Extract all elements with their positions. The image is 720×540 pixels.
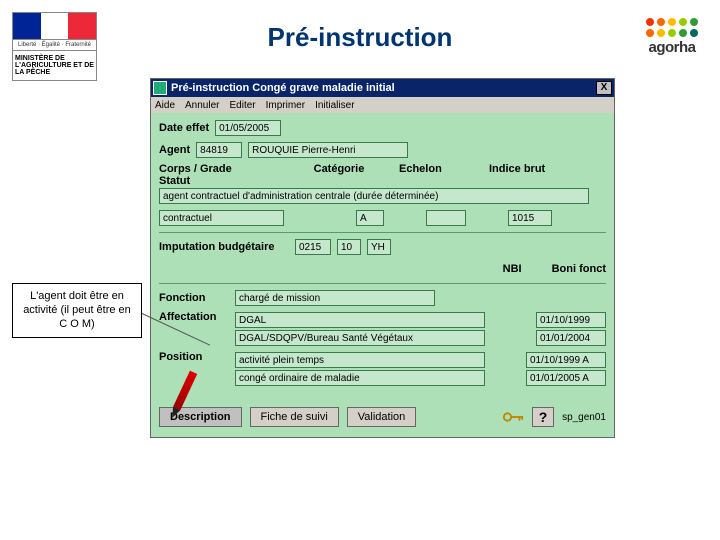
label-boni-fonct: Boni fonct [552,263,606,275]
field-pos1-date[interactable]: 01/10/1999 A [526,352,606,368]
label-nbi: NBI [503,263,522,275]
field-pos2[interactable]: congé ordinaire de maladie [235,370,485,386]
menu-initialiser[interactable]: Initialiser [315,100,354,111]
label-fonction: Fonction [159,292,229,304]
status-id: sp_gen01 [562,412,606,423]
page-title: Pré-instruction [0,22,720,53]
field-imp1[interactable]: 0215 [295,239,331,255]
menubar: Aide Annuler Editer Imprimer Initialiser [151,97,614,113]
tab-validation[interactable]: Validation [347,407,417,427]
label-date-effet: Date effet [159,122,209,134]
label-affectation: Affectation [159,311,229,323]
app-window: Pré-instruction Congé grave maladie init… [150,78,615,438]
window-icon [153,81,167,95]
menu-aide[interactable]: Aide [155,100,175,111]
field-date-effet[interactable]: 01/05/2005 [215,120,281,136]
help-button[interactable]: ? [532,407,554,427]
menu-annuler[interactable]: Annuler [185,100,219,111]
field-categorie[interactable]: A [356,210,384,226]
label-corps-grade: Corps / Grade [159,163,232,175]
field-agent-id[interactable]: 84819 [196,142,242,158]
key-icon [502,409,524,425]
field-affect2[interactable]: DGAL/SDQPV/Bureau Santé Végétaux [235,330,485,346]
label-categorie: Catégorie [314,163,365,175]
field-indice-brut[interactable]: 1015 [508,210,552,226]
tab-fiche-suivi[interactable]: Fiche de suivi [250,407,339,427]
field-echelon[interactable] [426,210,466,226]
label-imputation: Imputation budgétaire [159,241,289,253]
field-corps-grade[interactable]: agent contractuel d'administration centr… [159,188,589,204]
label-indice-brut: Indice brut [489,163,545,175]
field-agent-name[interactable]: ROUQUIE Pierre-Henri [248,142,408,158]
field-statut[interactable]: contractuel [159,210,284,226]
label-position: Position [159,351,229,363]
callout-note: L'agent doit être en activité (il peut ê… [12,283,142,338]
window-title: Pré-instruction Congé grave maladie init… [171,82,395,94]
field-pos2-date[interactable]: 01/01/2005 A [526,370,606,386]
close-button[interactable]: X [596,81,612,95]
field-imp2[interactable]: 10 [337,239,361,255]
field-affect1-date[interactable]: 01/10/1999 [536,312,606,328]
label-statut: Statut [159,175,190,187]
label-agent: Agent [159,144,190,156]
menu-editer[interactable]: Editer [229,100,255,111]
field-affect2-date[interactable]: 01/01/2004 [536,330,606,346]
field-affect1[interactable]: DGAL [235,312,485,328]
field-pos1[interactable]: activité plein temps [235,352,485,368]
field-imp3[interactable]: YH [367,239,391,255]
window-titlebar: Pré-instruction Congé grave maladie init… [151,79,614,97]
field-fonction[interactable]: chargé de mission [235,290,435,306]
label-echelon: Echelon [399,163,442,175]
menu-imprimer[interactable]: Imprimer [266,100,305,111]
logo-ministry-name: MINISTÈRE DE L'AGRICULTURE ET DE LA PÊCH… [12,51,97,81]
